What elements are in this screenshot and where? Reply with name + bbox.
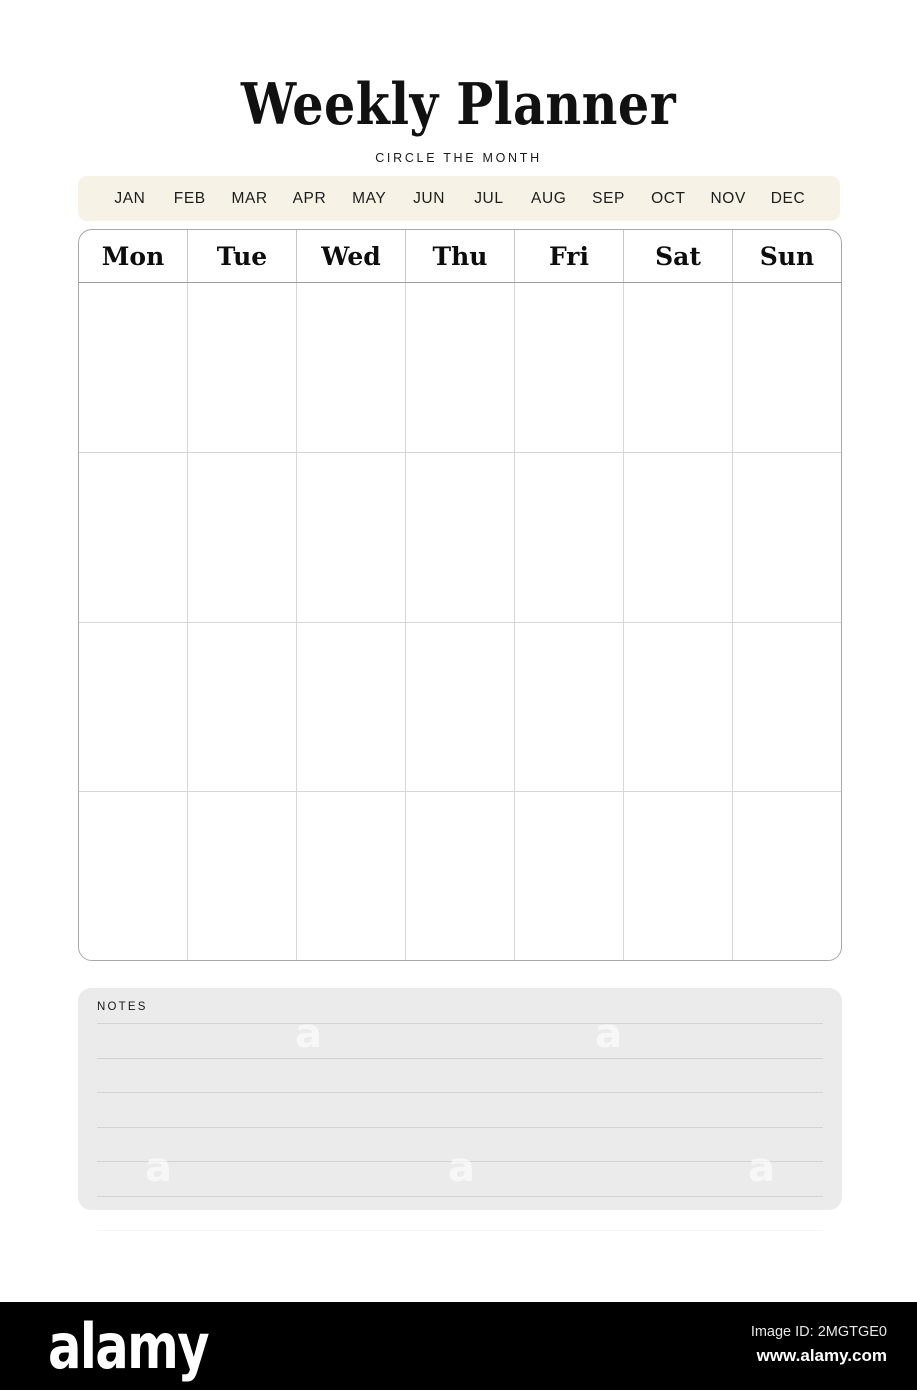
notes-line[interactable] — [97, 1161, 823, 1196]
month-chip-feb[interactable]: FEB — [160, 190, 220, 208]
calendar-cell[interactable] — [406, 283, 515, 452]
notes-line[interactable] — [97, 1092, 823, 1127]
calendar-cell[interactable] — [188, 792, 297, 960]
notes-line[interactable] — [97, 1057, 823, 1093]
calendar-cell[interactable] — [515, 283, 624, 452]
calendar-cell[interactable] — [733, 283, 841, 452]
month-chip-sep[interactable]: SEP — [579, 190, 639, 208]
month-chip-nov[interactable]: NOV — [698, 190, 758, 208]
calendar-body — [79, 283, 841, 960]
calendar-cell[interactable] — [624, 452, 733, 622]
day-header-mon: Mon — [79, 230, 188, 282]
calendar-cell[interactable] — [406, 622, 515, 792]
image-id-label: Image ID: 2MGTGE0 — [750, 1324, 887, 1340]
notes-label: NOTES — [97, 1001, 148, 1013]
calendar-cell[interactable] — [733, 792, 841, 960]
month-chip-jun[interactable]: JUN — [399, 190, 459, 208]
calendar-day-header-row: Mon Tue Wed Thu Fri Sat Sun — [79, 230, 841, 283]
month-chip-oct[interactable]: OCT — [638, 190, 698, 208]
calendar-week-row — [79, 622, 841, 793]
day-header-wed: Wed — [297, 230, 406, 282]
planner-page: Weekly Planner CIRCLE THE MONTH JAN FEB MA… — [0, 0, 917, 1302]
calendar-cell[interactable] — [406, 452, 515, 622]
calendar-week-row — [79, 283, 841, 453]
calendar-cell[interactable] — [733, 453, 841, 622]
calendar-cell[interactable] — [624, 792, 733, 960]
calendar-cell[interactable] — [188, 622, 297, 792]
day-header-fri: Fri — [515, 230, 624, 282]
calendar-cell[interactable] — [297, 283, 406, 452]
notes-lines — [97, 1023, 823, 1230]
page-subtitle: CIRCLE THE MONTH — [375, 151, 542, 165]
calendar-cell[interactable] — [515, 622, 624, 792]
calendar-cell[interactable] — [79, 452, 188, 622]
month-selector-bar: JAN FEB MAR APR MAY JUN JUL AUG SEP OCT NOV DEC — [78, 176, 840, 221]
calendar-cell[interactable] — [79, 792, 188, 960]
notes-line[interactable] — [97, 1126, 823, 1162]
notes-line[interactable] — [97, 1195, 823, 1231]
day-header-tue: Tue — [188, 230, 297, 282]
month-chip-aug[interactable]: AUG — [519, 190, 579, 208]
calendar-cell[interactable] — [297, 622, 406, 792]
calendar-week-row — [79, 792, 841, 960]
month-chip-jan[interactable]: JAN — [100, 190, 160, 208]
month-chip-jul[interactable]: JUL — [459, 190, 519, 208]
alamy-footer-bar: alamy Image ID: 2MGTGE0 www.alamy.com — [0, 1302, 917, 1390]
calendar-week-row — [79, 452, 841, 623]
calendar-cell[interactable] — [515, 452, 624, 622]
notes-line[interactable] — [97, 1023, 823, 1058]
calendar-cell[interactable] — [188, 452, 297, 622]
month-chip-dec[interactable]: DEC — [758, 190, 818, 208]
alamy-meta: Image ID: 2MGTGE0 www.alamy.com — [751, 1324, 887, 1366]
calendar-cell[interactable] — [406, 792, 515, 960]
calendar-grid: Mon Tue Wed Thu Fri Sat Sun — [78, 229, 842, 961]
month-chip-mar[interactable]: MAR — [220, 190, 280, 208]
day-header-sat: Sat — [624, 230, 733, 282]
calendar-cell[interactable] — [297, 792, 406, 960]
planner-header: Weekly Planner CIRCLE THE MONTH — [0, 71, 917, 166]
calendar-cell[interactable] — [79, 622, 188, 792]
calendar-cell[interactable] — [188, 283, 297, 452]
day-header-thu: Thu — [406, 230, 515, 282]
alamy-logo: alamy — [48, 1310, 210, 1383]
calendar-cell[interactable] — [297, 452, 406, 622]
calendar-cell[interactable] — [515, 792, 624, 960]
calendar-cell[interactable] — [79, 283, 188, 452]
calendar-cell[interactable] — [624, 622, 733, 792]
month-chip-may[interactable]: MAY — [339, 190, 399, 208]
page-title: Weekly Planner — [240, 71, 677, 138]
notes-panel: NOTES — [78, 988, 842, 1210]
alamy-url-label: www.alamy.com — [756, 1346, 887, 1365]
day-header-sun: Sun — [759, 241, 815, 271]
month-chip-apr[interactable]: APR — [279, 190, 339, 208]
calendar-cell[interactable] — [624, 283, 733, 452]
calendar-cell[interactable] — [733, 623, 841, 792]
